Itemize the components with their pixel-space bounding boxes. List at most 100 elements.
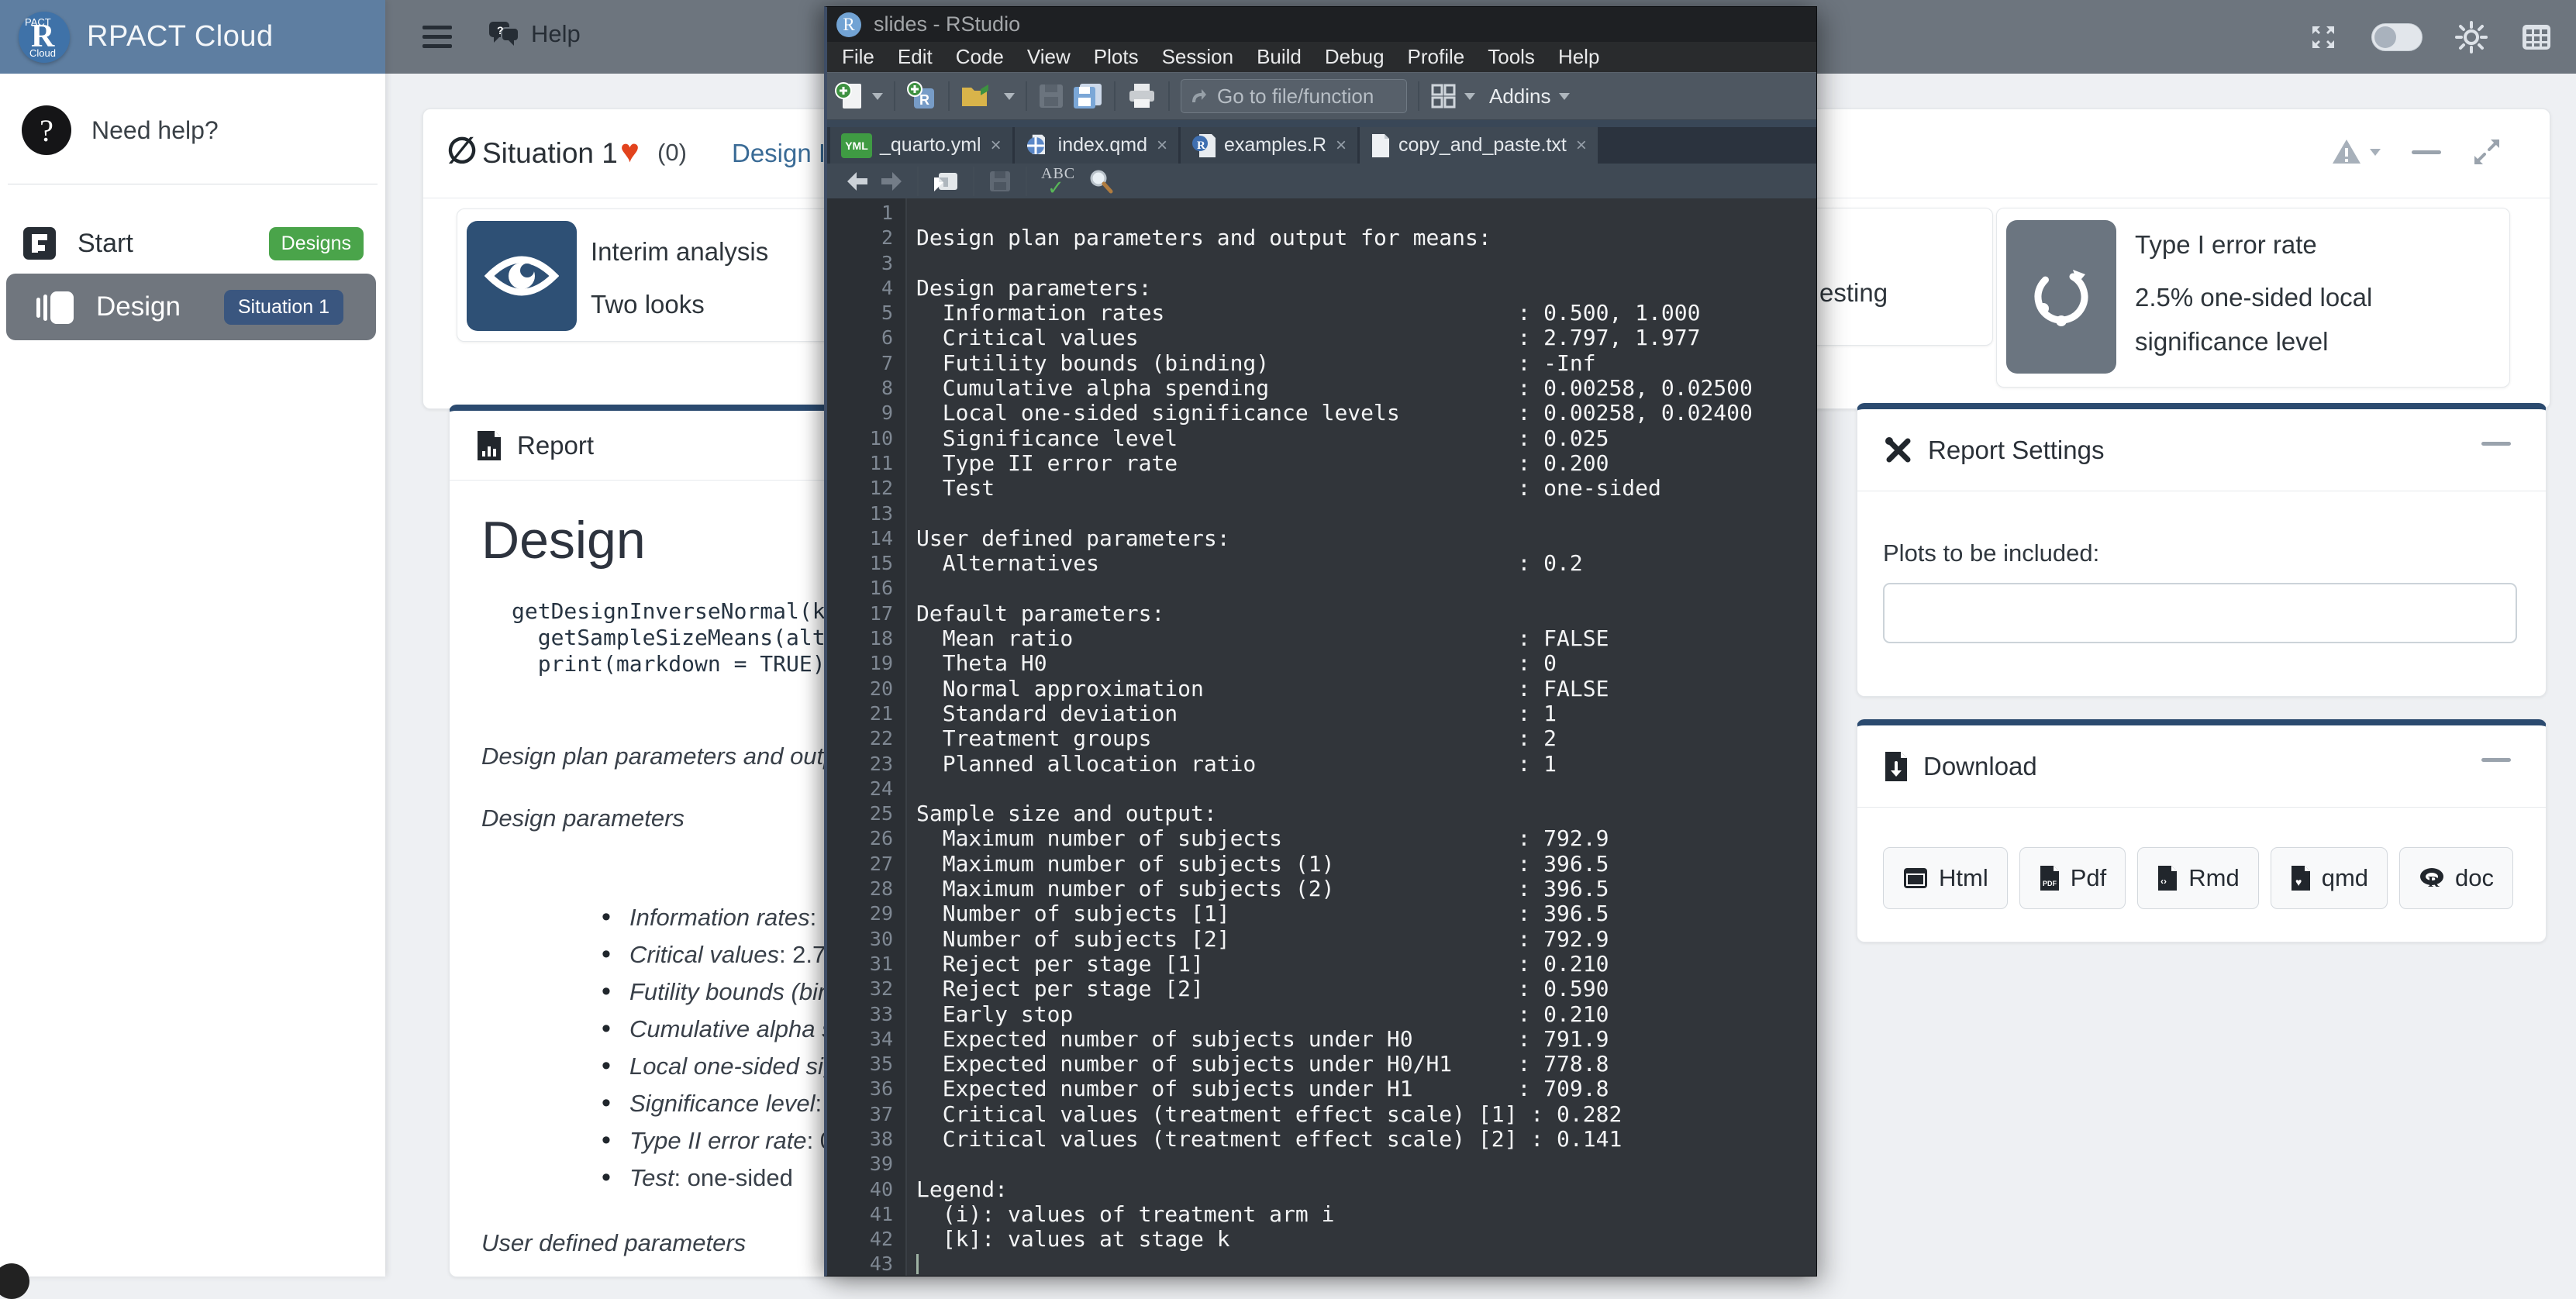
show-in-new-window-icon[interactable] xyxy=(933,170,959,193)
editor-tab-copy_and_paste.txt[interactable]: copy_and_paste.txt× xyxy=(1360,127,1598,164)
situation-badge: Situation 1 xyxy=(224,290,343,325)
rstudio-titlebar[interactable]: R slides - RStudio xyxy=(827,7,1816,42)
sidebar-item-start[interactable]: Start Designs xyxy=(22,220,364,267)
theme-toggle[interactable] xyxy=(2371,23,2423,51)
type-one-error-card[interactable]: Type I error rate 2.5% one-sided local s… xyxy=(1996,208,2510,388)
rstudio-menu-debug[interactable]: Debug xyxy=(1313,45,1396,69)
rstudio-menu-edit[interactable]: Edit xyxy=(886,45,944,69)
addins-menu[interactable]: Addins xyxy=(1489,84,1570,109)
plots-included-label: Plots to be included: xyxy=(1883,539,2099,567)
rmd-code-file-icon: ‹› xyxy=(2157,865,2178,891)
download-file-icon xyxy=(1883,750,1909,783)
goto-file-function-input[interactable]: Go to file/function xyxy=(1181,79,1407,113)
back-icon[interactable] xyxy=(846,171,869,191)
panes-dropdown-icon[interactable] xyxy=(1464,93,1475,100)
editor-tab-_quarto.yml[interactable]: YML_quarto.yml× xyxy=(830,127,1012,164)
svg-text:R: R xyxy=(919,92,929,108)
find-replace-icon[interactable] xyxy=(1088,168,1114,195)
svg-text:R: R xyxy=(1197,140,1205,152)
download-rmd-button[interactable]: ‹›Rmd xyxy=(2137,847,2258,909)
print-icon[interactable] xyxy=(1126,82,1157,110)
rstudio-menu-tools[interactable]: Tools xyxy=(1476,45,1547,69)
warnings-dropdown[interactable] xyxy=(2331,138,2381,166)
rstudio-logo-icon: R xyxy=(836,12,861,37)
fullscreen-arrows-icon[interactable] xyxy=(2308,22,2339,53)
editor-tab-index.qmd[interactable]: index.qmd× xyxy=(1015,127,1178,164)
plots-included-input[interactable] xyxy=(1883,583,2517,643)
svg-text:PDF: PDF xyxy=(2043,880,2057,887)
rstudio-editor-tabs: YML_quarto.yml×index.qmd×Rexamples.R×cop… xyxy=(827,127,1816,164)
minimize-panel-icon[interactable] xyxy=(2481,442,2511,446)
open-file-icon[interactable] xyxy=(960,81,996,111)
rstudio-menu-plots[interactable]: Plots xyxy=(1082,45,1150,69)
bottom-floating-button[interactable] xyxy=(0,1263,29,1299)
new-project-icon[interactable]: R xyxy=(906,81,937,112)
report-file-chart-icon xyxy=(475,429,503,462)
svg-text:R: R xyxy=(2428,873,2440,890)
rstudio-menu-profile[interactable]: Profile xyxy=(1396,45,1477,69)
sun-settings-icon[interactable] xyxy=(2455,21,2488,53)
download-doc-button[interactable]: Rdoc xyxy=(2399,847,2513,909)
svg-text:‹›: ‹› xyxy=(2160,876,2167,887)
rstudio-menu-view[interactable]: View xyxy=(1016,45,1082,69)
spellcheck-icon[interactable]: ABC ✓ xyxy=(1041,167,1077,196)
rstudio-editor[interactable]: 1 2 3 4 5 6 7 8 9 10 11 12 13 14 15 16 1… xyxy=(827,198,1816,1276)
header-icons xyxy=(2308,0,2553,74)
download-buttons: HtmlPDFPdf‹›Rmd♥qmdRdoc xyxy=(1883,847,2513,909)
download-qmd-button[interactable]: ♥qmd xyxy=(2271,847,2388,909)
text-cursor xyxy=(916,1254,919,1274)
minimize-panel-icon[interactable] xyxy=(2412,150,2441,154)
report-settings-panel: Report Settings Plots to be included: xyxy=(1857,403,2547,697)
situation-title: Situation 1 xyxy=(482,137,618,170)
apps-grid-icon[interactable] xyxy=(2520,21,2553,53)
help-button[interactable]: ? Help xyxy=(488,19,581,50)
report-settings-header: Report Settings xyxy=(1857,409,2546,491)
workspace-panes-icon[interactable] xyxy=(1430,83,1457,109)
open-file-dropdown-icon[interactable] xyxy=(1004,93,1015,100)
svg-text:♥: ♥ xyxy=(2295,876,2302,888)
alpha-target-icon xyxy=(2006,220,2116,374)
save-icon-disabled[interactable] xyxy=(1038,83,1064,109)
download-panel: Download HtmlPDFPdf‹›Rmd♥qmdRdoc xyxy=(1857,719,2547,942)
download-pdf-button[interactable]: PDFPdf xyxy=(2019,847,2126,909)
yml-file-icon: YML xyxy=(841,133,872,158)
help-chat-icon: ? xyxy=(488,19,520,50)
need-help-link[interactable]: ? Need help? xyxy=(22,105,219,155)
rstudio-menu-file[interactable]: File xyxy=(830,45,886,69)
tab-close-icon[interactable]: × xyxy=(1336,135,1347,157)
expand-panel-icon[interactable] xyxy=(2472,137,2502,167)
rpact-logo-icon: PACT R Cloud xyxy=(19,12,70,63)
tab-close-icon[interactable]: × xyxy=(1157,135,1167,157)
rstudio-menu-session[interactable]: Session xyxy=(1150,45,1246,69)
svg-text:?: ? xyxy=(497,24,504,36)
app-title: RPACT Cloud xyxy=(87,20,274,53)
pdf-file-icon: PDF xyxy=(2039,865,2060,891)
rstudio-menu-code[interactable]: Code xyxy=(944,45,1016,69)
toggle-knob xyxy=(2374,26,2396,48)
report-paragraph: Design parameters xyxy=(481,805,685,832)
hamburger-menu-icon[interactable] xyxy=(422,22,452,51)
rstudio-menu-help[interactable]: Help xyxy=(1547,45,1611,69)
goto-placeholder: Go to file/function xyxy=(1217,84,1374,109)
heart-icon[interactable]: ♥ xyxy=(620,133,640,170)
need-help-label: Need help? xyxy=(91,116,219,145)
goto-arrow-icon xyxy=(1189,87,1208,105)
question-mark-icon: ? xyxy=(22,105,71,155)
save-all-icon[interactable] xyxy=(1072,82,1103,110)
new-file-icon[interactable] xyxy=(835,81,864,112)
download-html-button[interactable]: Html xyxy=(1883,847,2008,909)
save-source-icon-disabled[interactable] xyxy=(988,170,1012,193)
forward-icon[interactable] xyxy=(880,171,903,191)
rstudio-menu-build[interactable]: Build xyxy=(1245,45,1313,69)
sidebar-item-design[interactable]: Design Situation 1 xyxy=(6,274,376,340)
tab-close-icon[interactable]: × xyxy=(991,135,1002,157)
tab-close-icon[interactable]: × xyxy=(1576,135,1587,157)
new-file-dropdown-icon[interactable] xyxy=(872,93,883,100)
rpact-cloud-app: PACT R Cloud RPACT Cloud ? Need help? St… xyxy=(0,0,2576,1277)
start-flag-icon xyxy=(22,226,57,261)
sidebar-item-design-label: Design xyxy=(96,291,181,322)
editor-tab-examples.R[interactable]: Rexamples.R× xyxy=(1181,127,1357,164)
rstudio-window-title: slides - RStudio xyxy=(874,12,1020,36)
rstudio-accent-strip xyxy=(827,120,1816,127)
minimize-panel-icon[interactable] xyxy=(2481,758,2511,762)
